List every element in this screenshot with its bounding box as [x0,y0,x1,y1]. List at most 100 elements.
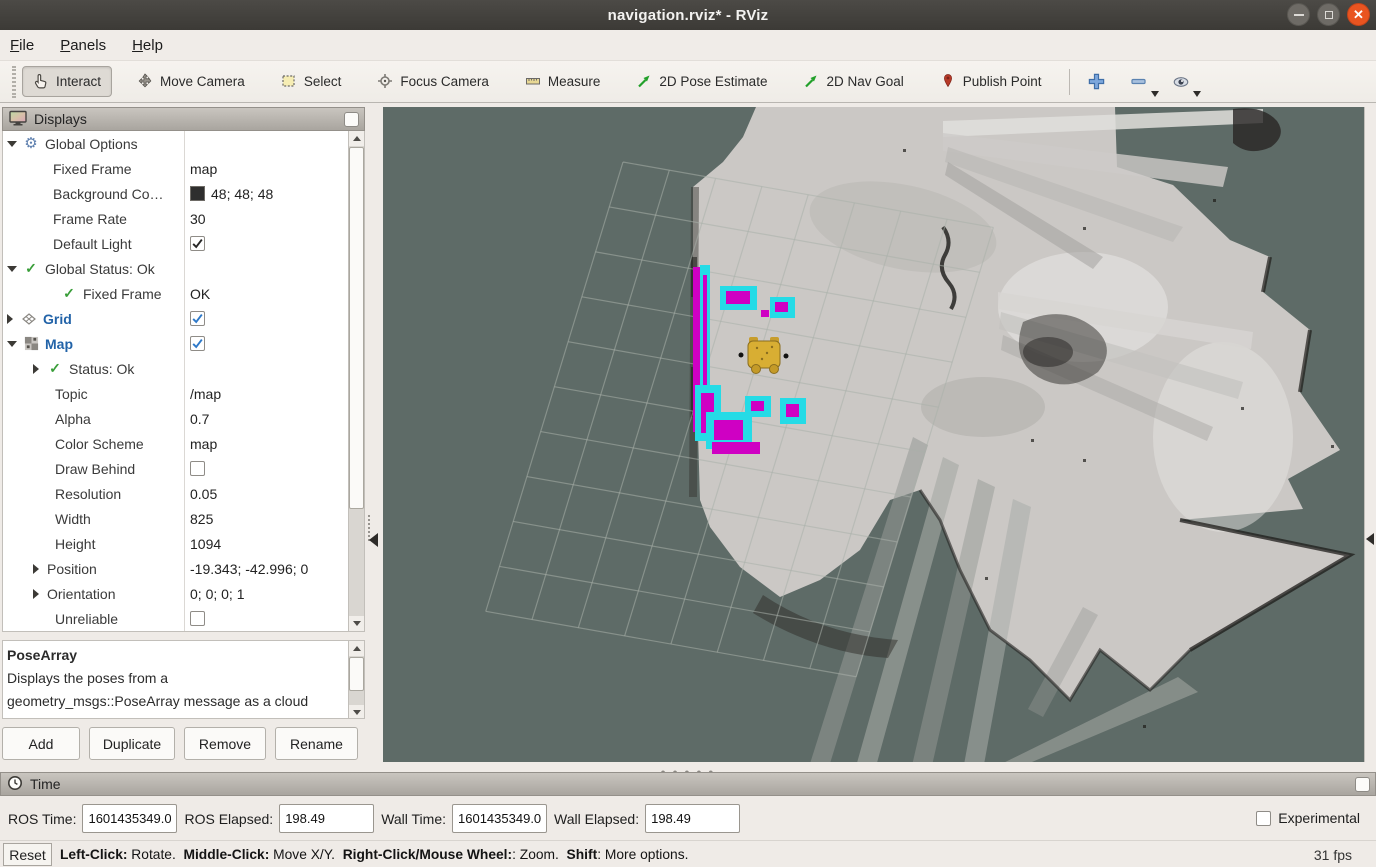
scrollbar-thumb[interactable] [349,657,364,691]
property-checkbox[interactable] [190,311,205,326]
collapsed-right-panel[interactable] [1364,107,1376,770]
displays-panel-title: Displays [34,111,87,127]
close-button[interactable]: ✕ [1347,3,1370,26]
scrollbar-thumb[interactable] [349,147,364,509]
property-value[interactable]: 30 [190,211,206,227]
remove-button[interactable]: Remove [184,727,266,760]
expanded-arrow-icon[interactable] [7,341,17,347]
property-checkbox[interactable] [190,461,205,476]
dropdown-caret-icon[interactable] [1193,91,1201,97]
tree-row-background-co-[interactable]: Background Co…48; 48; 48 [3,181,364,206]
property-value[interactable]: 825 [190,511,213,527]
property-checkbox[interactable] [190,611,205,626]
description-scrollbar[interactable] [348,641,364,719]
tree-row-global-options[interactable]: ⚙Global Options [3,131,364,156]
collapsed-arrow-icon[interactable] [33,364,39,374]
tool-focus-camera[interactable]: Focus Camera [366,66,500,97]
viewport-time-splitter[interactable]: ● ● ● ● ● [0,762,1376,772]
tree-scrollbar[interactable] [348,131,364,631]
property-value[interactable]: 48; 48; 48 [211,186,273,202]
tree-row-grid[interactable]: Grid [3,306,364,331]
tree-description-splitter[interactable]: ● ● ● ● ● [2,632,365,640]
tree-row-unreliable[interactable]: Unreliable [3,606,364,631]
collapse-left-icon[interactable] [1366,533,1374,545]
expanded-arrow-icon[interactable] [7,141,17,147]
scroll-up-button[interactable] [349,641,364,656]
tree-row-fixed-frame[interactable]: Fixed Frame map [3,156,364,181]
tree-row-alpha[interactable]: Alpha0.7 [3,406,364,431]
tool-visibility-button[interactable] [1168,69,1194,95]
menu-panels[interactable]: Panels [60,37,106,54]
property-value[interactable]: -19.343; -42.996; 0 [190,561,308,577]
property-value[interactable]: 1094 [190,536,221,552]
tree-row-fixed-frame[interactable]: ✓Fixed FrameOK [3,281,364,306]
menubar: File Panels Help [0,30,1376,61]
rename-button[interactable]: Rename [275,727,358,760]
experimental-checkbox[interactable] [1256,811,1271,826]
dropdown-caret-icon[interactable] [1151,91,1159,97]
tree-row-resolution[interactable]: Resolution0.05 [3,481,364,506]
displays-panel-header[interactable]: Displays [2,107,365,131]
collapsed-arrow-icon[interactable] [33,589,39,599]
maximize-button[interactable] [1317,3,1340,26]
expanded-arrow-icon[interactable] [7,266,17,272]
tree-row-color-scheme[interactable]: Color Schememap [3,431,364,456]
tool-move-camera[interactable]: Move Camera [126,66,256,97]
duplicate-button[interactable]: Duplicate [89,727,175,760]
tool-publish-point[interactable]: Publish Point [929,66,1053,97]
menu-file[interactable]: File [10,37,34,54]
property-value[interactable]: map [190,161,217,177]
scroll-down-button[interactable] [349,705,364,719]
tree-row-draw-behind[interactable]: Draw Behind [3,456,364,481]
time-field-input[interactable] [645,804,740,833]
property-value[interactable]: OK [190,286,210,302]
tree-row-orientation[interactable]: Orientation0; 0; 0; 1 [3,581,364,606]
reset-button[interactable]: Reset [3,843,52,866]
displays-float-button[interactable] [344,112,359,127]
description-line: Displays the poses from a [7,667,344,690]
pin-icon [940,73,957,90]
tree-row-height[interactable]: Height1094 [3,531,364,556]
tool-measure[interactable]: Measure [514,66,612,97]
time-field-input[interactable] [82,804,177,833]
property-value[interactable]: 0.05 [190,486,217,502]
collapsed-arrow-icon[interactable] [7,314,13,324]
3d-viewport[interactable] [383,107,1364,770]
tree-row-width[interactable]: Width825 [3,506,364,531]
toolbar-drag-handle[interactable] [12,66,16,98]
scroll-down-button[interactable] [349,616,364,631]
tree-row-map[interactable]: Map [3,331,364,356]
tree-row-topic[interactable]: Topic/map [3,381,364,406]
time-field-input[interactable] [279,804,374,833]
tool-2d-nav-goal[interactable]: 2D Nav Goal [792,66,914,97]
panel-viewport-splitter[interactable] [365,107,383,770]
tool-2d-pose-estimate[interactable]: 2D Pose Estimate [625,66,778,97]
tree-row-global-status-ok[interactable]: ✓Global Status: Ok [3,256,364,281]
property-value[interactable]: map [190,436,217,452]
tree-row-status-ok[interactable]: ✓Status: Ok [3,356,364,381]
menu-help[interactable]: Help [132,37,163,54]
tree-row-frame-rate[interactable]: Frame Rate30 [3,206,364,231]
tool-interact[interactable]: Interact [22,66,112,97]
scroll-up-button[interactable] [349,131,364,146]
property-label: Fixed Frame [53,161,132,177]
time-panel-header[interactable]: Time [0,772,1376,796]
time-field-input[interactable] [452,804,547,833]
tree-row-default-light[interactable]: Default Light [3,231,364,256]
collapsed-arrow-icon[interactable] [33,564,39,574]
tool-select[interactable]: Select [270,66,353,97]
time-float-button[interactable] [1355,777,1370,792]
property-checkbox[interactable] [190,236,205,251]
collapse-left-icon[interactable] [369,533,378,547]
property-value[interactable]: 0; 0; 0; 1 [190,586,244,602]
property-value[interactable]: /map [190,386,221,402]
color-swatch[interactable] [190,186,205,201]
property-value[interactable]: 0.7 [190,411,209,427]
tree-row-position[interactable]: Position-19.343; -42.996; 0 [3,556,364,581]
more-information-link[interactable]: More Information. [197,716,311,719]
add-button[interactable]: Add [2,727,80,760]
minimize-button[interactable] [1287,3,1310,26]
property-checkbox[interactable] [190,336,205,351]
add-tool-button[interactable] [1084,69,1110,95]
remove-tool-button[interactable] [1126,69,1152,95]
